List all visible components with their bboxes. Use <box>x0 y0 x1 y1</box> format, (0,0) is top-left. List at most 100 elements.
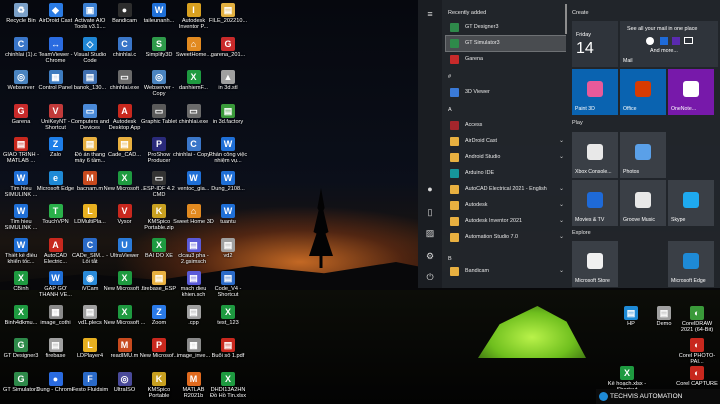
app-list-item[interactable]: Android Studio ⌄ <box>446 150 566 165</box>
app-list-item[interactable]: Access <box>446 118 566 133</box>
desktop-icon-image: Z <box>48 137 63 151</box>
desktop-icon-image: ▤ <box>83 70 97 84</box>
play-tile[interactable]: Photos <box>620 132 666 178</box>
start-menu: ≡ ● ▯ ▨ ⚙ ⏻ Recently added GT Designer3 GT Sim… <box>418 0 720 288</box>
desktop-icon-image: ▤ <box>221 271 235 285</box>
desktop-icon-label: CorelDRAW 2021 (64-Bit) <box>680 321 714 334</box>
app-label: 3D Viewer <box>465 89 490 95</box>
tile-label: Microsoft Store <box>575 278 610 284</box>
desktop-icon-image: X <box>14 271 28 285</box>
app-icon <box>450 39 459 48</box>
desktop-icon-label: DHDI13A2HN Đồ Hồ Tin.xlsx <box>209 386 247 399</box>
desktop-icon-image: e <box>48 170 63 185</box>
desktop-icon-image: W <box>221 204 235 218</box>
desktop-icon-label: vd2 <box>223 252 233 259</box>
desktop-icon-image: ▭ <box>117 70 132 84</box>
chevron-down-icon: ⌄ <box>558 234 564 240</box>
user-icon[interactable]: ● <box>425 184 435 194</box>
desktop-icon-label: garena_201... <box>210 51 246 58</box>
chevron-down-icon: ⌄ <box>558 186 564 192</box>
desktop-icon-image: ▤ <box>221 237 235 252</box>
desktop-icon-image: U <box>117 237 132 252</box>
play-tile[interactable]: Skype <box>668 180 714 226</box>
desktop-icon-image: W <box>221 137 235 151</box>
app-list-item[interactable]: Autodesk ⌄ <box>446 198 566 213</box>
create-tile[interactable]: Paint 3D <box>572 69 618 115</box>
desktop-icon-image: ▤ <box>221 3 235 17</box>
chevron-down-icon: ⌄ <box>558 138 564 144</box>
app-icon <box>450 233 459 242</box>
desktop-icon-image: X <box>152 237 166 252</box>
app-list-item[interactable]: Arduino IDE <box>446 166 566 181</box>
app-list-item[interactable]: AutoCAD Electrical 2021 - English ⌄ <box>446 182 566 197</box>
desktop-icon-image: A <box>117 103 132 118</box>
desktop-icon-image: ● <box>117 3 132 17</box>
app-list-item[interactable]: AirDroid Cast ⌄ <box>446 134 566 149</box>
desktop-icon-image: ▤ <box>624 306 638 320</box>
tile-label: Movies & TV <box>575 217 605 223</box>
create-tile[interactable]: Office <box>620 69 666 115</box>
app-list-scrollbar[interactable] <box>565 4 567 34</box>
desktop-icon-image: ◐ <box>690 338 704 352</box>
chevron-down-icon: ⌄ <box>558 268 564 274</box>
desktop-icon-image: P <box>152 137 166 151</box>
section-a-header[interactable]: A <box>448 107 452 113</box>
start-app-list[interactable]: Recently added GT Designer3 GT Simulator3… <box>444 0 566 288</box>
create-tile[interactable]: OneNote... <box>668 69 714 115</box>
app-list-item[interactable]: Bandicam ⌄ <box>446 264 566 279</box>
play-tile[interactable]: Movies & TV <box>572 180 618 226</box>
app-label: Garena <box>465 56 483 62</box>
desktop-icon-image: T <box>48 204 63 218</box>
tile-label: Groove Music <box>623 217 655 223</box>
tile-label: Paint 3D <box>575 106 595 112</box>
desktop-icon-image: ● <box>48 371 63 386</box>
watermark: TECHVIS AUTOMATION <box>596 389 720 404</box>
app-label: GT Simulator3 <box>465 40 500 46</box>
explore-tile[interactable]: Microsoft Edge <box>668 241 714 287</box>
app-icon <box>450 267 459 276</box>
desktop-icon-image: ▤ <box>83 304 97 319</box>
desktop-icon-image: G <box>14 371 28 386</box>
app-label: GT Designer3 <box>465 24 499 30</box>
calendar-tile[interactable]: Friday 14 <box>572 21 618 67</box>
chevron-down-icon: ⌄ <box>558 154 564 160</box>
play-tile[interactable]: Groove Music <box>620 180 666 226</box>
desktop-icon-image: W <box>221 170 235 185</box>
settings-icon[interactable]: ⚙ <box>425 251 435 261</box>
app-icon <box>450 137 459 146</box>
app-list-item[interactable]: Garena <box>446 52 566 67</box>
desktop-icon-image: Z <box>152 304 166 319</box>
desktop-icon-image: C <box>83 237 97 252</box>
document-icon[interactable]: ▯ <box>425 207 435 217</box>
desktop-icon[interactable]: X DHDI13A2HN Đồ Hồ Tin.xlsx <box>207 371 249 404</box>
desktop-icon-image: ▤ <box>83 137 97 151</box>
section-b-header[interactable]: B <box>448 256 452 262</box>
play-tile[interactable]: Xbox Console... <box>572 132 618 178</box>
mail-label: Mail <box>623 58 633 64</box>
pictures-icon[interactable]: ▨ <box>425 228 435 238</box>
group-explore-label: Explore <box>572 230 591 236</box>
desktop-icon-image: X <box>620 366 634 380</box>
desktop-icon-image: ▤ <box>221 338 235 352</box>
power-icon[interactable]: ⏻ <box>425 272 435 282</box>
desktop-icon-label: FILE_202210... <box>208 18 248 24</box>
desktop-icon-image: X <box>186 70 201 84</box>
section-hash-header[interactable]: # <box>448 74 451 80</box>
desktop-icon-image: G <box>14 338 28 352</box>
app-list-item[interactable]: GT Simulator3 <box>445 35 566 52</box>
app-list-item[interactable]: Automation Studio 7.0 ⌄ <box>446 230 566 245</box>
app-icon <box>450 88 459 97</box>
app-label: Arduino IDE <box>465 170 495 176</box>
mail-envelope-icon <box>684 37 693 44</box>
app-icon <box>450 153 459 162</box>
tile-icon <box>587 192 603 208</box>
menu-icon[interactable]: ≡ <box>425 9 435 19</box>
explore-tile[interactable]: Microsoft Store <box>572 241 618 287</box>
app-list-item[interactable]: 3D Viewer <box>446 85 566 100</box>
app-list-item[interactable]: GT Designer3 <box>446 20 566 35</box>
desktop-icon-label: Corel PHOTO-PAI... <box>678 353 716 366</box>
desktop-icon-image: W <box>14 170 28 185</box>
mail-tile[interactable]: See all your mail in one place And more.… <box>620 21 718 67</box>
app-list-item[interactable]: Autodesk Inventor 2021 ⌄ <box>446 214 566 229</box>
watermark-text: TECHVIS AUTOMATION <box>610 393 683 400</box>
